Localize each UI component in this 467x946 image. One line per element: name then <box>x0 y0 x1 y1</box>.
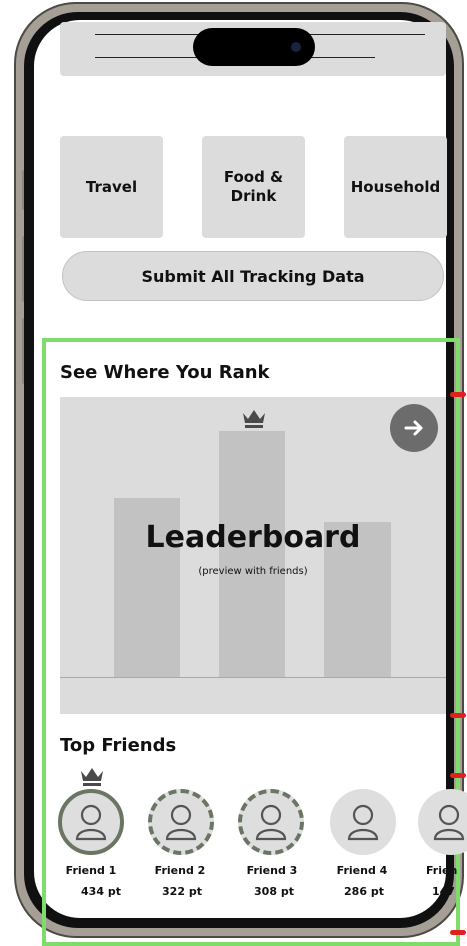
friend-3-name: Friend 3 <box>246 864 298 877</box>
person-icon <box>165 804 197 841</box>
person-icon <box>433 804 465 841</box>
friend-4-name: Friend 4 <box>336 864 388 877</box>
crown-icon <box>81 768 103 786</box>
category-label: Food & Drink <box>223 168 284 205</box>
leaderboard-preview-card[interactable] <box>60 397 446 714</box>
rank-section-heading: See Where You Rank <box>60 362 270 383</box>
leaderboard-next-button[interactable] <box>390 404 438 452</box>
friend-3-points: 308 pt <box>254 885 294 898</box>
friend-2-avatar[interactable] <box>148 789 214 855</box>
category-household-button[interactable]: Household <box>344 136 447 238</box>
category-food-drink-button[interactable]: Food & Drink <box>202 136 305 238</box>
top-friends-heading: Top Friends <box>60 735 177 756</box>
arrow-right-icon <box>404 420 423 436</box>
person-icon <box>255 804 287 841</box>
category-label: Travel <box>85 177 138 196</box>
submit-button-label: Submit All Tracking Data <box>141 266 365 286</box>
friend-1-avatar[interactable] <box>58 789 124 855</box>
category-label: Household <box>350 177 441 196</box>
annotation-marker <box>450 930 466 935</box>
category-travel-button[interactable]: Travel <box>60 136 163 238</box>
camera-icon <box>291 42 301 52</box>
friend-2-name: Friend 2 <box>154 864 206 877</box>
annotation-marker <box>450 773 466 778</box>
friend-5-points: 147 <box>432 885 455 898</box>
person-icon <box>347 804 379 841</box>
friend-5-name: Frien <box>426 864 458 877</box>
friend-2-points: 322 pt <box>162 885 202 898</box>
friend-1-points: 434 pt <box>81 885 121 898</box>
leaderboard-subtitle: (preview with friends) <box>198 566 308 577</box>
leaderboard-baseline <box>60 677 446 678</box>
leaderboard-title: Leaderboard <box>145 520 361 555</box>
friend-3-avatar[interactable] <box>238 789 304 855</box>
annotation-marker <box>450 713 466 718</box>
person-icon <box>75 804 107 841</box>
friend-1-name: Friend 1 <box>65 864 117 877</box>
friend-4-avatar[interactable] <box>330 789 396 855</box>
submit-tracking-data-button[interactable]: Submit All Tracking Data <box>62 251 444 301</box>
crown-icon <box>243 410 265 428</box>
friend-4-points: 286 pt <box>344 885 384 898</box>
annotation-marker <box>450 392 466 397</box>
